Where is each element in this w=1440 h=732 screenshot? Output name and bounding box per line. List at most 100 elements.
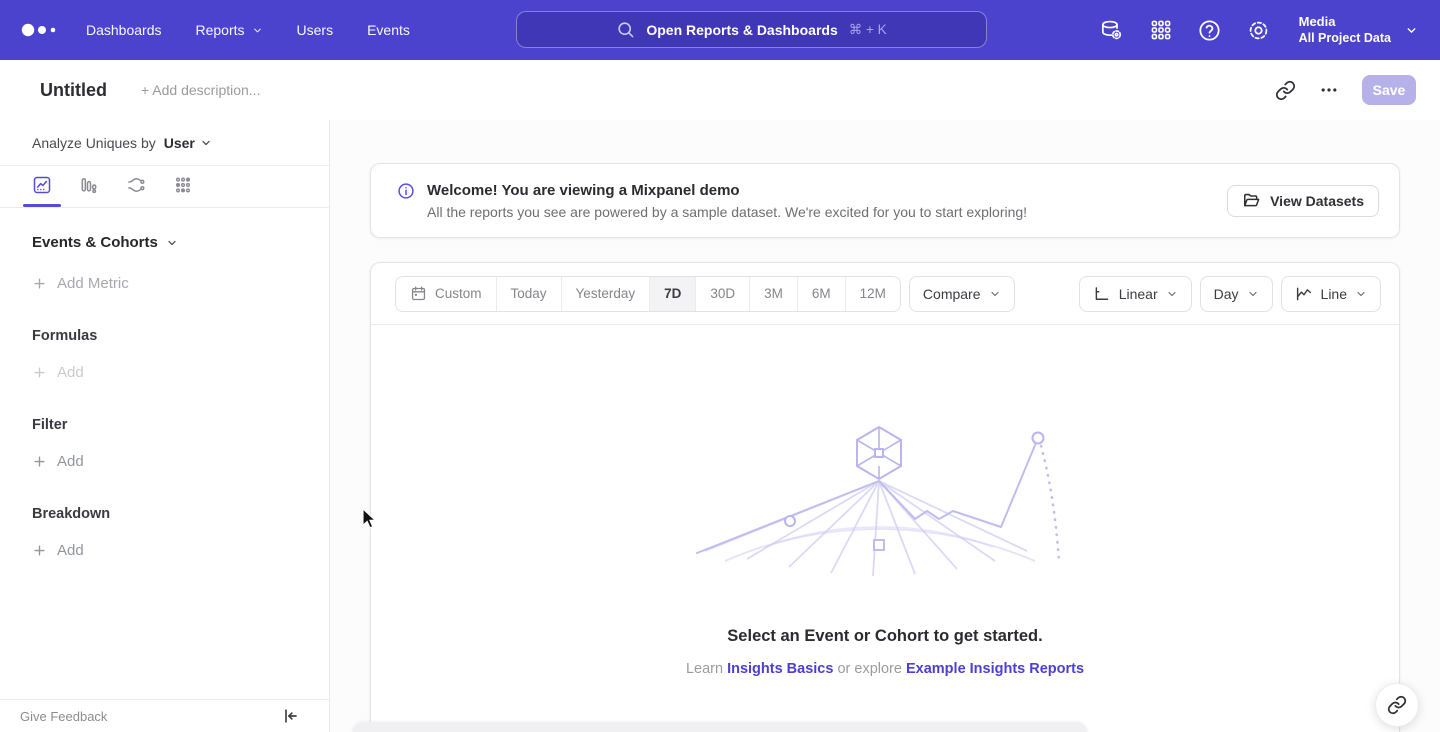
next-panel-edge (352, 722, 1088, 732)
add-filter-label: Add (57, 453, 84, 470)
copy-link-icon[interactable] (1274, 79, 1296, 101)
chevron-down-icon (1247, 288, 1259, 300)
project-name: Media (1299, 14, 1391, 30)
range-today[interactable]: Today (496, 277, 561, 311)
add-formula-label: Add (57, 364, 84, 381)
query-builder-sidebar: Analyze Uniques by User (0, 120, 330, 732)
chart-type-dropdown[interactable]: Line (1281, 276, 1381, 312)
range-yesterday-label: Yesterday (576, 286, 636, 301)
range-6m[interactable]: 6M (797, 277, 845, 311)
compare-label: Compare (923, 286, 981, 302)
compare-button[interactable]: Compare (909, 276, 1015, 312)
link-icon (1387, 695, 1407, 715)
breakdown-heading: Breakdown (0, 470, 329, 522)
save-button[interactable]: Save (1362, 75, 1416, 105)
report-title[interactable]: Untitled (40, 80, 107, 101)
chevron-down-icon (166, 237, 178, 249)
range-12m[interactable]: 12M (845, 277, 900, 311)
collapse-sidebar-icon[interactable] (281, 706, 301, 726)
date-range-segmented-control: Custom Today Yesterday 7D 30D 3M 6M 12M (395, 276, 901, 312)
plus-icon (32, 454, 47, 469)
range-30d[interactable]: 30D (695, 277, 749, 311)
empty-state: Select an Event or Cohort to get started… (371, 325, 1399, 732)
mixpanel-app: Dashboards Reports Users Events Open Rep… (0, 0, 1440, 732)
nav-users-label: Users (297, 22, 334, 38)
calendar-icon (410, 285, 427, 302)
view-datasets-label: View Datasets (1270, 193, 1364, 209)
add-metric-button[interactable]: Add Metric (0, 251, 329, 292)
add-metric-label: Add Metric (57, 275, 129, 292)
chevron-down-icon (1166, 288, 1178, 300)
global-search[interactable]: Open Reports & Dashboards ⌘ + K (516, 11, 987, 48)
range-yesterday[interactable]: Yesterday (561, 277, 650, 311)
project-selector[interactable]: Media All Project Data (1299, 14, 1418, 46)
analyze-uniques-row: Analyze Uniques by User (0, 120, 329, 166)
chart-type-label: Line (1321, 286, 1347, 302)
chevron-down-icon (989, 288, 1001, 300)
welcome-subtitle: All the reports you see are powered by a… (427, 204, 1027, 220)
range-3m-label: 3M (764, 286, 783, 301)
nav-events[interactable]: Events (367, 22, 410, 38)
report-header: Untitled + Add description... Save (0, 60, 1440, 120)
share-link-fab[interactable] (1375, 683, 1419, 727)
welcome-banner-text: Welcome! You are viewing a Mixpanel demo… (427, 182, 1027, 220)
give-feedback-link[interactable]: Give Feedback (20, 709, 107, 724)
more-options-icon[interactable] (1318, 79, 1340, 101)
axes-icon (1093, 285, 1111, 303)
hint-prefix: Learn (686, 661, 723, 677)
view-datasets-button[interactable]: View Datasets (1227, 185, 1379, 217)
report-description-placeholder[interactable]: + Add description... (141, 82, 260, 98)
empty-state-title: Select an Event or Cohort to get started… (727, 627, 1042, 646)
filter-heading: Filter (0, 381, 329, 433)
tab-metrics-grid[interactable] (173, 175, 193, 195)
nav-users[interactable]: Users (297, 22, 334, 38)
settings-gear-icon[interactable] (1246, 17, 1272, 43)
nav-reports[interactable]: Reports (196, 22, 263, 38)
main-content: Welcome! You are viewing a Mixpanel demo… (330, 120, 1440, 732)
scale-dropdown[interactable]: Linear (1079, 276, 1192, 312)
analyze-value-dropdown[interactable]: User (164, 135, 212, 151)
interval-dropdown[interactable]: Day (1200, 276, 1273, 312)
analyze-value-label: User (164, 135, 195, 151)
top-nav: Dashboards Reports Users Events Open Rep… (0, 0, 1440, 60)
search-label: Open Reports & Dashboards (646, 22, 837, 38)
report-header-actions: Save (1274, 75, 1416, 105)
insights-basics-link[interactable]: Insights Basics (727, 661, 833, 677)
range-7d[interactable]: 7D (649, 277, 695, 311)
range-custom-label: Custom (435, 286, 482, 301)
interval-label: Day (1214, 286, 1239, 302)
insights-chart-card: Custom Today Yesterday 7D 30D 3M 6M 12M … (370, 262, 1400, 732)
range-custom[interactable]: Custom (396, 277, 496, 311)
nav-reports-label: Reports (196, 22, 245, 38)
nav-dashboards[interactable]: Dashboards (86, 22, 162, 38)
apps-grid-icon[interactable] (1148, 17, 1174, 43)
events-cohorts-heading[interactable]: Events & Cohorts (0, 208, 329, 251)
search-icon (616, 20, 635, 39)
chart-display-controls: Linear Day Line (1079, 276, 1381, 312)
chart-type-tabs (0, 166, 329, 208)
hint-middle: or explore (837, 661, 901, 677)
data-management-icon[interactable] (1099, 17, 1125, 43)
chevron-down-icon (252, 25, 263, 36)
range-today-label: Today (511, 286, 547, 301)
range-30d-label: 30D (710, 286, 735, 301)
sidebar-footer: Give Feedback (0, 699, 329, 732)
plus-icon (32, 543, 47, 558)
range-3m[interactable]: 3M (749, 277, 797, 311)
tab-bar-chart[interactable] (79, 175, 99, 195)
add-breakdown-button[interactable]: Add (0, 522, 329, 559)
scale-label: Linear (1119, 286, 1158, 302)
tab-insights-line-chart[interactable] (32, 175, 52, 195)
range-7d-label: 7D (664, 286, 681, 301)
mixpanel-logo-icon[interactable] (20, 22, 64, 38)
plus-icon (32, 365, 47, 380)
tab-flow-chart[interactable] (126, 175, 146, 195)
top-nav-right: Media All Project Data (1099, 0, 1440, 60)
chevron-down-icon (1405, 24, 1418, 37)
open-folder-icon (1242, 191, 1261, 210)
example-reports-link[interactable]: Example Insights Reports (906, 661, 1084, 677)
help-icon[interactable] (1197, 17, 1223, 43)
add-formula-button[interactable]: Add (0, 344, 329, 381)
search-shortcut: ⌘ + K (849, 22, 887, 38)
add-filter-button[interactable]: Add (0, 433, 329, 470)
